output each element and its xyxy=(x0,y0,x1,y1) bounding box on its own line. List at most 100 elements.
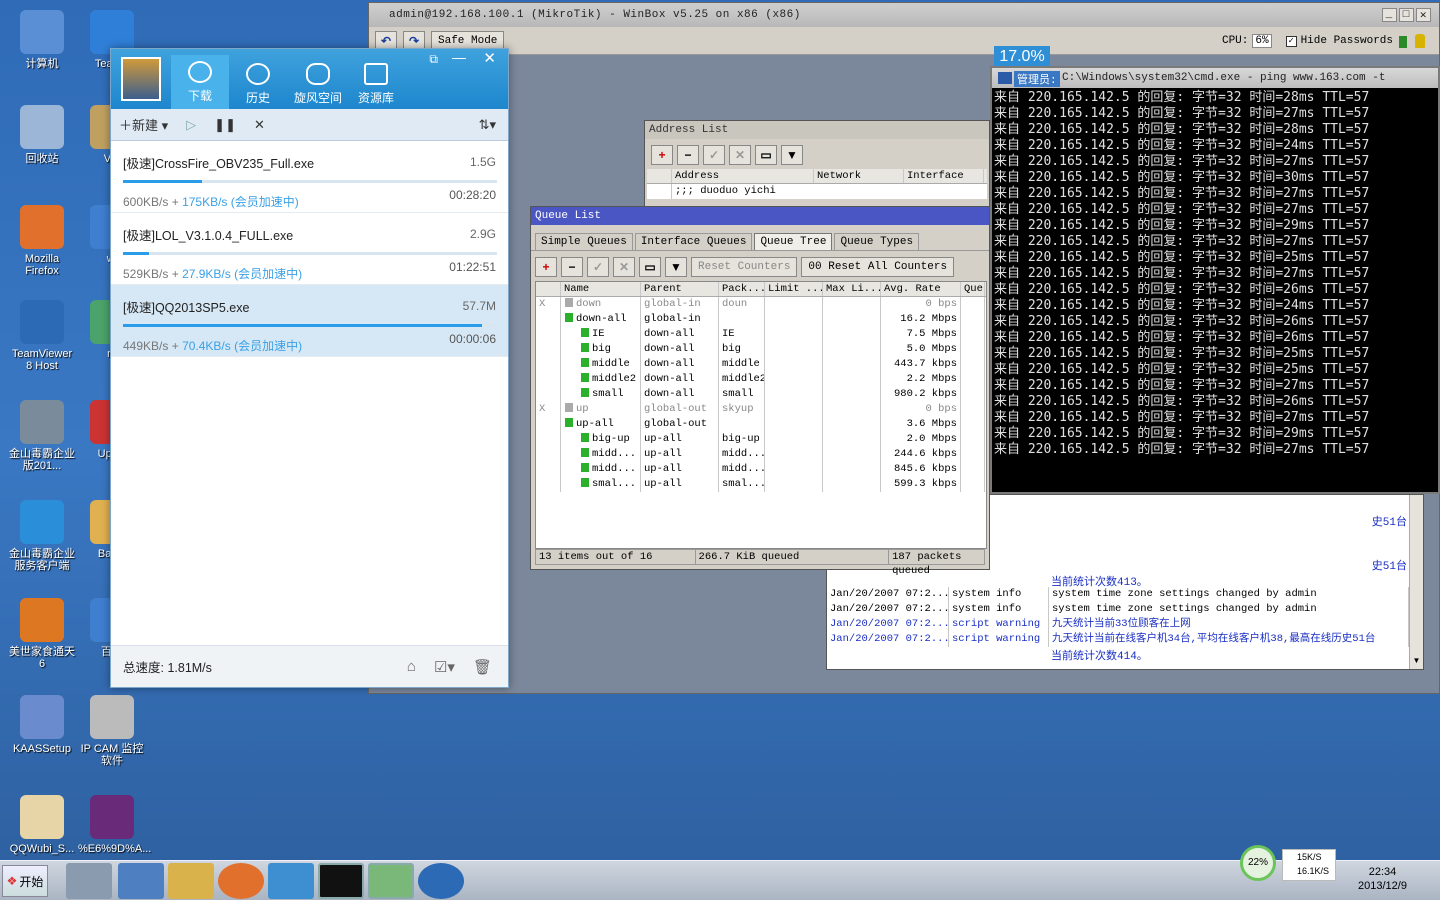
column-interface[interactable]: Interface xyxy=(904,169,984,183)
log-row[interactable]: Jan/20/2007 07:2... system info system tim… xyxy=(827,587,1409,602)
limit-at xyxy=(765,342,823,357)
scroll-down-icon[interactable]: ▼ xyxy=(1410,656,1423,669)
desktop-icon[interactable]: TeamViewer 8 Host xyxy=(8,300,76,372)
queue-list-title[interactable]: Queue List xyxy=(531,207,989,225)
comment-icon[interactable]: ▭ xyxy=(639,257,661,277)
winbox-title-bar[interactable]: admin@192.168.100.1 (MikroTik) - WinBox … xyxy=(369,3,1439,27)
packet-mark: skyup xyxy=(719,402,765,417)
taskbar-winbox[interactable] xyxy=(368,863,414,899)
start-button[interactable]: ❖ 开始 xyxy=(2,865,48,897)
clock[interactable]: 22:34 2013/12/9 xyxy=(1358,865,1407,893)
disable-icon[interactable]: ✕ xyxy=(613,257,635,277)
desktop-icon[interactable]: KAASSetup xyxy=(8,695,76,755)
reset-counters-button[interactable]: Reset Counters xyxy=(691,257,798,277)
table-row[interactable]: IE down-all IE 7.5 Mbps xyxy=(536,327,986,342)
enable-icon[interactable]: ✓ xyxy=(703,145,725,165)
table-row[interactable]: midd... up-all midd... 845.6 kbps xyxy=(536,462,986,477)
disable-icon[interactable]: ✕ xyxy=(729,145,751,165)
remove-icon[interactable]: − xyxy=(561,257,583,277)
hide-passwords-checkbox[interactable]: ✓ xyxy=(1285,35,1297,47)
column-queued[interactable]: Que xyxy=(961,282,985,296)
taskbar-network-app[interactable] xyxy=(66,863,112,899)
taskbar-xuanfeng[interactable] xyxy=(268,863,314,899)
reset-all-counters-button[interactable]: 00 Reset All Counters xyxy=(801,257,955,277)
batch-check-icon[interactable]: ☑▾ xyxy=(434,658,455,676)
nav-download[interactable]: 下载 xyxy=(171,55,229,109)
avatar[interactable] xyxy=(121,57,161,101)
maximize-button[interactable]: □ xyxy=(1398,8,1414,22)
table-row[interactable]: down-all global-in 16.2 Mbps xyxy=(536,312,986,327)
download-item[interactable]: [极速]QQ2013SP5.exe 57.7M 449KB/s + 70.4KB/s… xyxy=(111,285,508,357)
table-row[interactable]: big down-all big 5.0 Mbps xyxy=(536,342,986,357)
desktop-icon[interactable]: IP CAM 监控软件 xyxy=(78,695,146,767)
nav-cloud-space[interactable]: 旋风空间 xyxy=(289,63,347,106)
download-item[interactable]: [极速]CrossFire_OBV235_Full.exe 1.5G 600KB/s… xyxy=(111,141,508,213)
taskbar-firefox[interactable] xyxy=(218,863,264,899)
desktop-icon[interactable]: QQWubi_S... xyxy=(8,795,76,855)
column-parent[interactable]: Parent xyxy=(641,282,719,296)
column-limit-at[interactable]: Limit ... xyxy=(765,282,823,296)
table-row[interactable]: midd... up-all midd... 244.6 kbps xyxy=(536,447,986,462)
taskbar-xunlei[interactable] xyxy=(418,863,464,899)
remove-icon[interactable]: − xyxy=(677,145,699,165)
desktop-icon[interactable]: 美世家食通天6 xyxy=(8,598,76,670)
taskbar-explorer[interactable] xyxy=(168,863,214,899)
log-scrollbar[interactable]: ▼ xyxy=(1409,495,1423,669)
column-name[interactable]: Name xyxy=(561,282,641,296)
minimize-button[interactable]: — xyxy=(452,49,466,65)
taskbar-cmd[interactable] xyxy=(318,863,364,899)
close-button[interactable]: ✕ xyxy=(483,49,496,67)
trash-icon[interactable]: 🗑 xyxy=(473,658,492,676)
table-row[interactable]: big-up up-all big-up 2.0 Mbps xyxy=(536,432,986,447)
tab-queue-types[interactable]: Queue Types xyxy=(834,233,920,250)
avg-rate: 599.3 kbps xyxy=(881,477,961,492)
table-row[interactable]: Xdown global-in doun 0 bps xyxy=(536,297,986,312)
taskbar-powershell[interactable] xyxy=(118,863,164,899)
column-max-limit[interactable]: Max Li... xyxy=(823,282,881,296)
filter-icon[interactable]: ▼ xyxy=(781,145,803,165)
desktop-icon[interactable]: 计算机 xyxy=(8,10,76,70)
desktop-icon[interactable]: %E6%9D%A... xyxy=(78,795,151,855)
cmd-title-bar[interactable]: 管理员: C:\Windows\system32\cmd.exe - ping … xyxy=(992,68,1438,88)
net-meter[interactable]: 22% xyxy=(1240,845,1276,881)
table-row[interactable]: Xup global-out skyup 0 bps xyxy=(536,402,986,417)
desktop-icon[interactable]: 金山毒霸企业版201... xyxy=(8,400,76,472)
add-icon[interactable]: + xyxy=(535,257,557,277)
sort-icon[interactable]: ⇅▾ xyxy=(479,117,496,133)
add-icon[interactable]: + xyxy=(651,145,673,165)
minimize-button[interactable]: _ xyxy=(1381,8,1397,22)
tab-interface-queues[interactable]: Interface Queues xyxy=(634,233,753,250)
close-button[interactable]: ✕ xyxy=(1415,8,1431,22)
desktop-icon[interactable]: 金山毒霸企业服务客户端 xyxy=(8,500,76,572)
column-avg-rate[interactable]: Avg. Rate xyxy=(881,282,961,296)
start-icon[interactable]: ▷ xyxy=(186,117,196,133)
enable-icon[interactable]: ✓ xyxy=(587,257,609,277)
column-network[interactable]: Network xyxy=(814,169,904,183)
table-row[interactable]: small down-all small 980.2 kbps xyxy=(536,387,986,402)
table-row[interactable]: middle down-all middle 443.7 kbps xyxy=(536,357,986,372)
tshirt-icon[interactable]: ⌂ xyxy=(407,658,416,676)
tab-simple-queues[interactable]: Simple Queues xyxy=(535,233,633,250)
table-row[interactable]: smal... up-all smal... 599.3 kbps xyxy=(536,477,986,492)
address-list-title[interactable]: Address List xyxy=(645,121,989,139)
table-row[interactable]: ;;; duoduo yichi xyxy=(647,184,987,199)
log-row[interactable]: Jan/20/2007 07:2... script warning 九天统计当前3… xyxy=(827,617,1409,632)
tab-queue-tree[interactable]: Queue Tree xyxy=(754,233,833,250)
table-row[interactable]: middle2 down-all middle2 2.2 Mbps xyxy=(536,372,986,387)
table-row[interactable]: up-all global-out 3.6 Mbps xyxy=(536,417,986,432)
column-packet-mark[interactable]: Pack... xyxy=(719,282,765,296)
skin-icon[interactable]: ⧉ xyxy=(429,52,438,67)
nav-history[interactable]: 历史 xyxy=(229,63,287,106)
log-row[interactable]: Jan/20/2007 07:2... system info system tim… xyxy=(827,602,1409,617)
download-item[interactable]: [极速]LOL_V3.1.0.4_FULL.exe 2.9G 529KB/s + 2… xyxy=(111,213,508,285)
desktop-icon[interactable]: 回收站 xyxy=(8,105,76,165)
column-address[interactable]: Address xyxy=(672,169,814,183)
delete-icon[interactable]: ✕ xyxy=(254,117,265,133)
log-row[interactable]: Jan/20/2007 07:2... script warning 九天统计当前在… xyxy=(827,632,1409,647)
new-task-button[interactable]: ＋新建 ▾ xyxy=(119,115,168,134)
pause-icon[interactable]: ❚❚ xyxy=(214,117,236,133)
comment-icon[interactable]: ▭ xyxy=(755,145,777,165)
nav-resource-library[interactable]: 资源库 xyxy=(347,63,405,106)
desktop-icon[interactable]: Mozilla Firefox xyxy=(8,205,76,277)
filter-icon[interactable]: ▼ xyxy=(665,257,687,277)
